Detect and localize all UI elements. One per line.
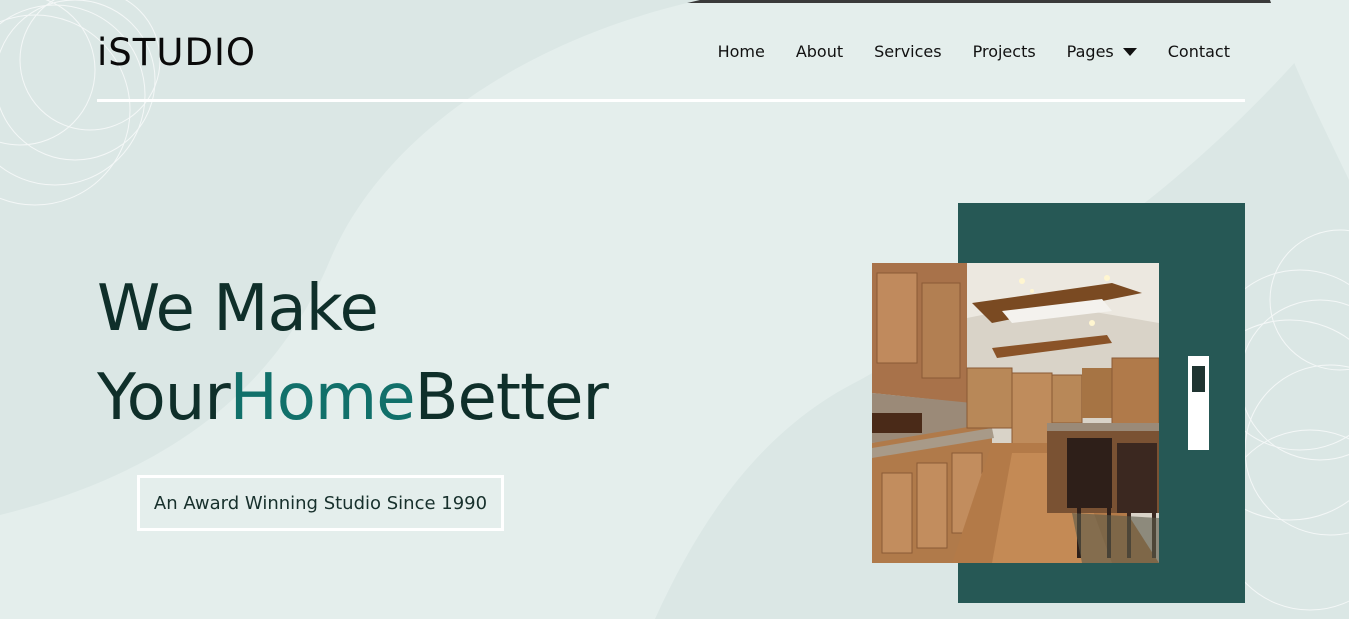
nav-divider [97, 99, 1245, 102]
award-badge-text: An Award Winning Studio Since 1990 [153, 492, 488, 514]
caret-down-icon [1122, 48, 1137, 56]
nav-contact[interactable]: Contact [1168, 40, 1230, 64]
slider-thumb[interactable] [1192, 366, 1205, 392]
main-nav: Home About Services Projects Pages Conta… [718, 40, 1230, 64]
nav-home[interactable]: Home [718, 40, 765, 64]
hero-line2-part2: Better [414, 361, 609, 435]
nav-projects-label: Projects [972, 42, 1036, 61]
nav-pages-label: Pages [1066, 42, 1114, 61]
nav-about-label: About [795, 42, 844, 61]
nav-services-label: Services [874, 42, 942, 61]
nav-services[interactable]: Services [874, 40, 941, 64]
hero-line2-accent: Home [229, 361, 416, 435]
nav-about[interactable]: About [796, 40, 843, 64]
nav-home-label: Home [717, 42, 765, 61]
hero-line1: We Make [97, 272, 379, 346]
nav-projects[interactable]: Projects [973, 40, 1036, 64]
kitchen-interior-image [872, 263, 1159, 563]
nav-pages-dropdown[interactable]: Pages [1067, 40, 1137, 64]
award-badge: An Award Winning Studio Since 1990 [137, 475, 504, 531]
nav-contact-label: Contact [1167, 42, 1230, 61]
brand-logo[interactable]: iSTUDIO [97, 30, 256, 76]
hero-line2-part1: Your [97, 361, 231, 435]
image-slider-control[interactable] [1188, 356, 1209, 450]
hero-headline: We Make YourHomeBetter [97, 265, 609, 443]
